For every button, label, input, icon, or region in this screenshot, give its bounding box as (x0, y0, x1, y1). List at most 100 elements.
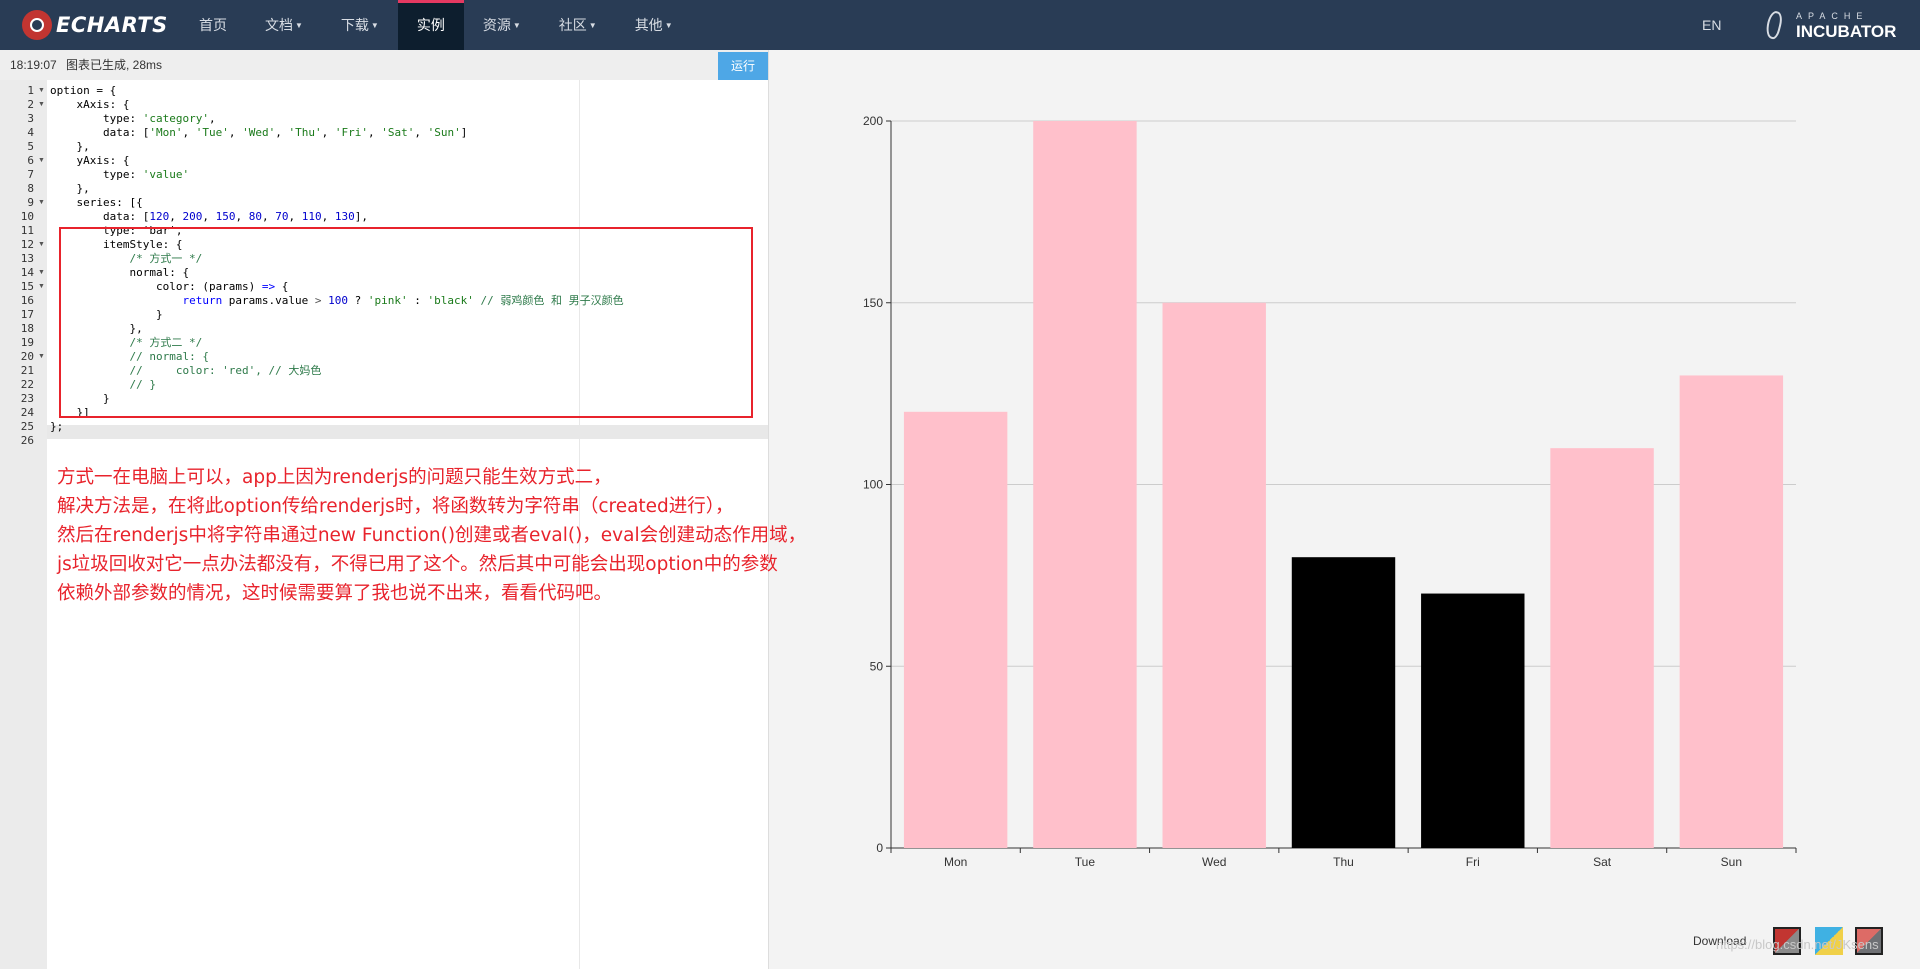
line-number: 10 (20, 210, 34, 223)
line-number: 1 (27, 84, 34, 97)
y-tick-label: 150 (863, 296, 883, 310)
nav-item[interactable]: 下载 ▼ (322, 0, 398, 50)
line-number: 16 (20, 294, 34, 307)
caret-down-icon: ▼ (370, 21, 379, 30)
line-number: 15 (20, 280, 34, 293)
line-number: 5 (27, 140, 34, 153)
status-bar: 18:19:07 图表已生成, 28ms 运行 (0, 50, 768, 80)
nav-item[interactable]: 资源 ▼ (464, 0, 540, 50)
caret-down-icon: ▼ (664, 21, 673, 30)
y-tick-label: 0 (876, 841, 883, 855)
fold-arrow-icon[interactable]: ▼ (38, 196, 45, 210)
language-switch[interactable]: EN (1702, 0, 1721, 50)
status-message: 图表已生成, 28ms (66, 58, 163, 72)
y-tick-label: 50 (870, 659, 884, 673)
nav-item-label: 资源 (482, 17, 511, 33)
line-number: 3 (27, 112, 34, 125)
echarts-logo-icon (22, 10, 52, 40)
x-tick-label: Sun (1721, 855, 1742, 869)
nav-item[interactable]: 文档 ▼ (246, 0, 322, 50)
status-time: 18:19:07 (10, 58, 57, 72)
nav-item-label: 其他 (634, 17, 663, 33)
caret-down-icon: ▼ (295, 21, 303, 30)
line-number: 12 (20, 238, 34, 251)
bar (1421, 593, 1525, 848)
code-line: }, (50, 182, 90, 195)
caret-down-icon: ▼ (588, 21, 597, 30)
line-number: 13 (20, 252, 34, 265)
apache-incubator-logo[interactable]: APACHE INCUBATOR (1763, 9, 1897, 41)
line-number: 17 (20, 308, 34, 321)
bar (903, 411, 1008, 848)
line-number: 18 (20, 322, 34, 335)
caret-down-icon: ▼ (512, 21, 521, 30)
nav-item[interactable]: 社区 ▼ (540, 0, 616, 50)
line-number: 4 (27, 126, 34, 139)
bar (1162, 302, 1266, 848)
code-line: option = { (50, 84, 117, 97)
top-navbar: ECHARTS 首页 文档 ▼ 下载 ▼ 实例 资源 ▼ 社区 ▼ 其他 ▼ EN APACHE IN… (0, 0, 1920, 50)
nav-item[interactable]: 首页 (180, 0, 246, 50)
code-line: data: ['Mon', 'Tue', 'Wed', 'Thu', 'Fri'… (50, 126, 468, 139)
y-tick-label: 200 (863, 114, 883, 128)
chart-panel: 0 50 100 150 200 Mon Tue Wed Thu Fri Sat Sun (769, 50, 1920, 969)
run-button[interactable]: 运行 (718, 52, 768, 80)
fold-arrow-icon[interactable]: ▼ (38, 350, 45, 364)
nav-item-label: 首页 (199, 17, 227, 33)
bar (1679, 375, 1784, 848)
code-line: type: 'value' (50, 168, 190, 181)
line-number-gutter: 1 ▼ 2 ▼ 3 4 5 6 ▼ 7 8 9 ▼ 10 11 12 ▼ 13 14 ▼ 15 ▼ 16 17 18 19 20 ▼ 2… (0, 80, 47, 969)
fold-arrow-icon[interactable]: ▼ (38, 154, 45, 168)
incubator-big-text: INCUBATOR (1796, 22, 1897, 41)
code-line: type: 'category', (50, 112, 216, 125)
bar (1550, 448, 1654, 848)
fold-arrow-icon[interactable]: ▼ (38, 280, 45, 294)
nav-item-label: 实例 (416, 17, 445, 33)
line-number: 8 (27, 182, 34, 195)
logo-text: ECHARTS (56, 13, 168, 37)
line-number: 25 (20, 420, 34, 433)
x-tick-label: Fri (1466, 855, 1480, 869)
line-number: 21 (20, 364, 34, 377)
x-tick-label: Mon (944, 855, 967, 869)
line-number: 19 (20, 336, 34, 349)
line-number: 22 (20, 378, 34, 391)
line-number: 24 (20, 406, 34, 419)
bar (1291, 557, 1396, 848)
x-tick-label: Tue (1075, 855, 1096, 869)
nav-item-label: 下载 (340, 17, 369, 33)
x-tick-label: Wed (1202, 855, 1226, 869)
code-line: }; (50, 420, 64, 433)
x-tick-label: Thu (1333, 855, 1354, 869)
nav-item-label: 社区 (558, 17, 587, 33)
line-number: 26 (20, 434, 34, 447)
incubator-small-text: APACHE (1796, 11, 1869, 21)
line-number: 2 (27, 98, 34, 111)
x-tick-label: Sat (1593, 855, 1612, 869)
line-number: 11 (20, 224, 34, 237)
code-line: series: [{ (50, 196, 143, 209)
code-line: yAxis: { (50, 154, 130, 167)
bar-chart: 0 50 100 150 200 Mon Tue Wed Thu Fri Sat Sun (863, 114, 1797, 869)
echarts-logo[interactable]: ECHARTS (22, 9, 168, 41)
fold-arrow-icon[interactable]: ▼ (38, 98, 45, 112)
fold-arrow-icon[interactable]: ▼ (38, 266, 45, 280)
fold-arrow-icon[interactable]: ▼ (38, 238, 45, 252)
main-nav: 首页 文档 ▼ 下载 ▼ 实例 资源 ▼ 社区 ▼ 其他 ▼ (180, 0, 692, 50)
highlight-box (59, 227, 753, 418)
bar (1033, 121, 1137, 848)
y-tick-label: 100 (863, 478, 883, 492)
code-line: }, (50, 140, 90, 153)
line-number: 7 (27, 168, 34, 181)
feather-icon (1763, 9, 1785, 41)
nav-item[interactable]: 实例 (397, 0, 464, 50)
line-number: 20 (20, 350, 34, 363)
fold-arrow-icon[interactable]: ▼ (38, 84, 45, 98)
nav-item[interactable]: 其他 ▼ (616, 0, 692, 50)
line-number: 6 (27, 154, 34, 167)
line-number: 14 (20, 266, 34, 279)
code-line: data: [120, 200, 150, 80, 70, 110, 130], (50, 210, 368, 223)
nav-item-label: 文档 (265, 17, 293, 33)
line-number: 9 (27, 196, 34, 209)
code-line: xAxis: { (50, 98, 130, 111)
